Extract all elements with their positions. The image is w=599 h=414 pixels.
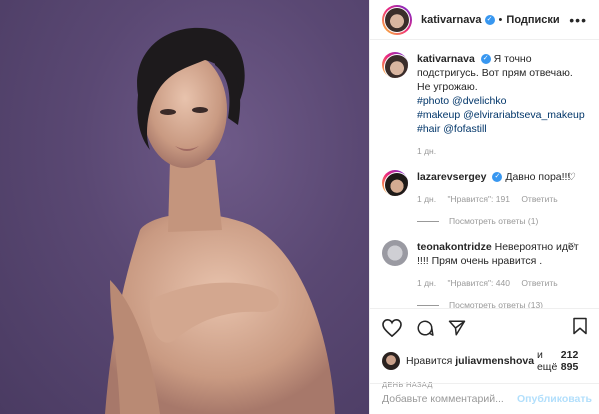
author-avatar[interactable] [382,52,408,78]
comment-time: 1 дн. [417,194,437,204]
caption-tag[interactable]: #hair @fofastill [417,123,487,135]
verified-badge-icon: ✓ [484,14,495,25]
more-options-icon[interactable]: ••• [569,12,587,28]
comment-item: teonakontridze Невероятно идёт !!!! Прям… [382,240,588,308]
add-comment-bar: Опубликовать [370,383,599,414]
bookmark-icon[interactable] [572,317,588,335]
view-replies-button[interactable]: Посмотреть ответы (1) [417,214,587,228]
author-avatar[interactable] [382,4,412,35]
reply-button[interactable]: Ответить [521,278,557,288]
post-actions: Нравится juliavmenshova и ещё 212 895 ДЕ… [370,308,599,389]
likes-count[interactable]: 212 895 [561,349,588,373]
likes-summary: Нравится juliavmenshova и ещё 212 895 [382,349,588,373]
caption-time: 1 дн. [417,146,437,156]
following-button[interactable]: Подписки [506,14,559,26]
caption: kativarnava ✓ Я точно подстригусь. Вот п… [382,52,588,158]
post-photo[interactable] [0,0,369,414]
comment-text: Давно пора!!! [505,171,571,183]
commenter-avatar[interactable] [382,170,408,196]
verified-badge-icon: ✓ [492,172,503,183]
comment-username[interactable]: teonakontridze [417,241,492,253]
view-replies-button[interactable]: Посмотреть ответы (13) [417,298,587,308]
comment-item: lazarevsergey ✓ Давно пора!!! 1 дн. "Нра… [382,170,588,228]
comment-username[interactable]: lazarevsergey [417,171,486,183]
reply-button[interactable]: Ответить [521,194,557,204]
liker-username[interactable]: juliavmenshova [455,355,534,367]
publish-button[interactable]: Опубликовать [517,393,592,405]
comment-like-heart-icon[interactable]: ♡ [567,242,576,253]
comment-input[interactable] [382,393,517,405]
caption-username[interactable]: kativarnava [417,53,475,65]
comment-meta: 1 дн. "Нравится": 191 Ответить [417,192,587,206]
verified-badge-icon: ✓ [480,54,491,65]
share-icon[interactable] [448,319,466,337]
portrait-illustration [105,27,335,414]
caption-tag[interactable]: #makeup @elvirariabtseva_makeup [417,109,585,121]
comment-bubble-icon[interactable] [416,319,434,337]
comment-like-heart-icon[interactable]: ♡ [567,172,576,183]
post-header: kativarnava ✓ • Подписки ••• [370,0,599,40]
caption-tag[interactable]: #photo @dvelichko [417,95,506,107]
comment-meta: 1 дн. "Нравится": 440 Ответить [417,276,587,290]
separator-dot: • [498,13,503,26]
post-side-panel: kativarnava ✓ • Подписки ••• kativarnava… [369,0,599,414]
likes-prefix: Нравится [406,355,453,367]
comment-likes[interactable]: "Нравится": 440 [447,278,509,288]
comment-likes[interactable]: "Нравится": 191 [447,194,509,204]
comments-list[interactable]: kativarnava ✓ Я точно подстригусь. Вот п… [370,52,599,308]
commenter-avatar[interactable] [382,240,408,266]
author-username[interactable]: kativarnava [421,14,482,26]
like-heart-icon[interactable] [382,319,402,337]
likes-suffix: и ещё [536,349,558,373]
liker-avatar[interactable] [382,352,400,370]
comment-time: 1 дн. [417,278,437,288]
